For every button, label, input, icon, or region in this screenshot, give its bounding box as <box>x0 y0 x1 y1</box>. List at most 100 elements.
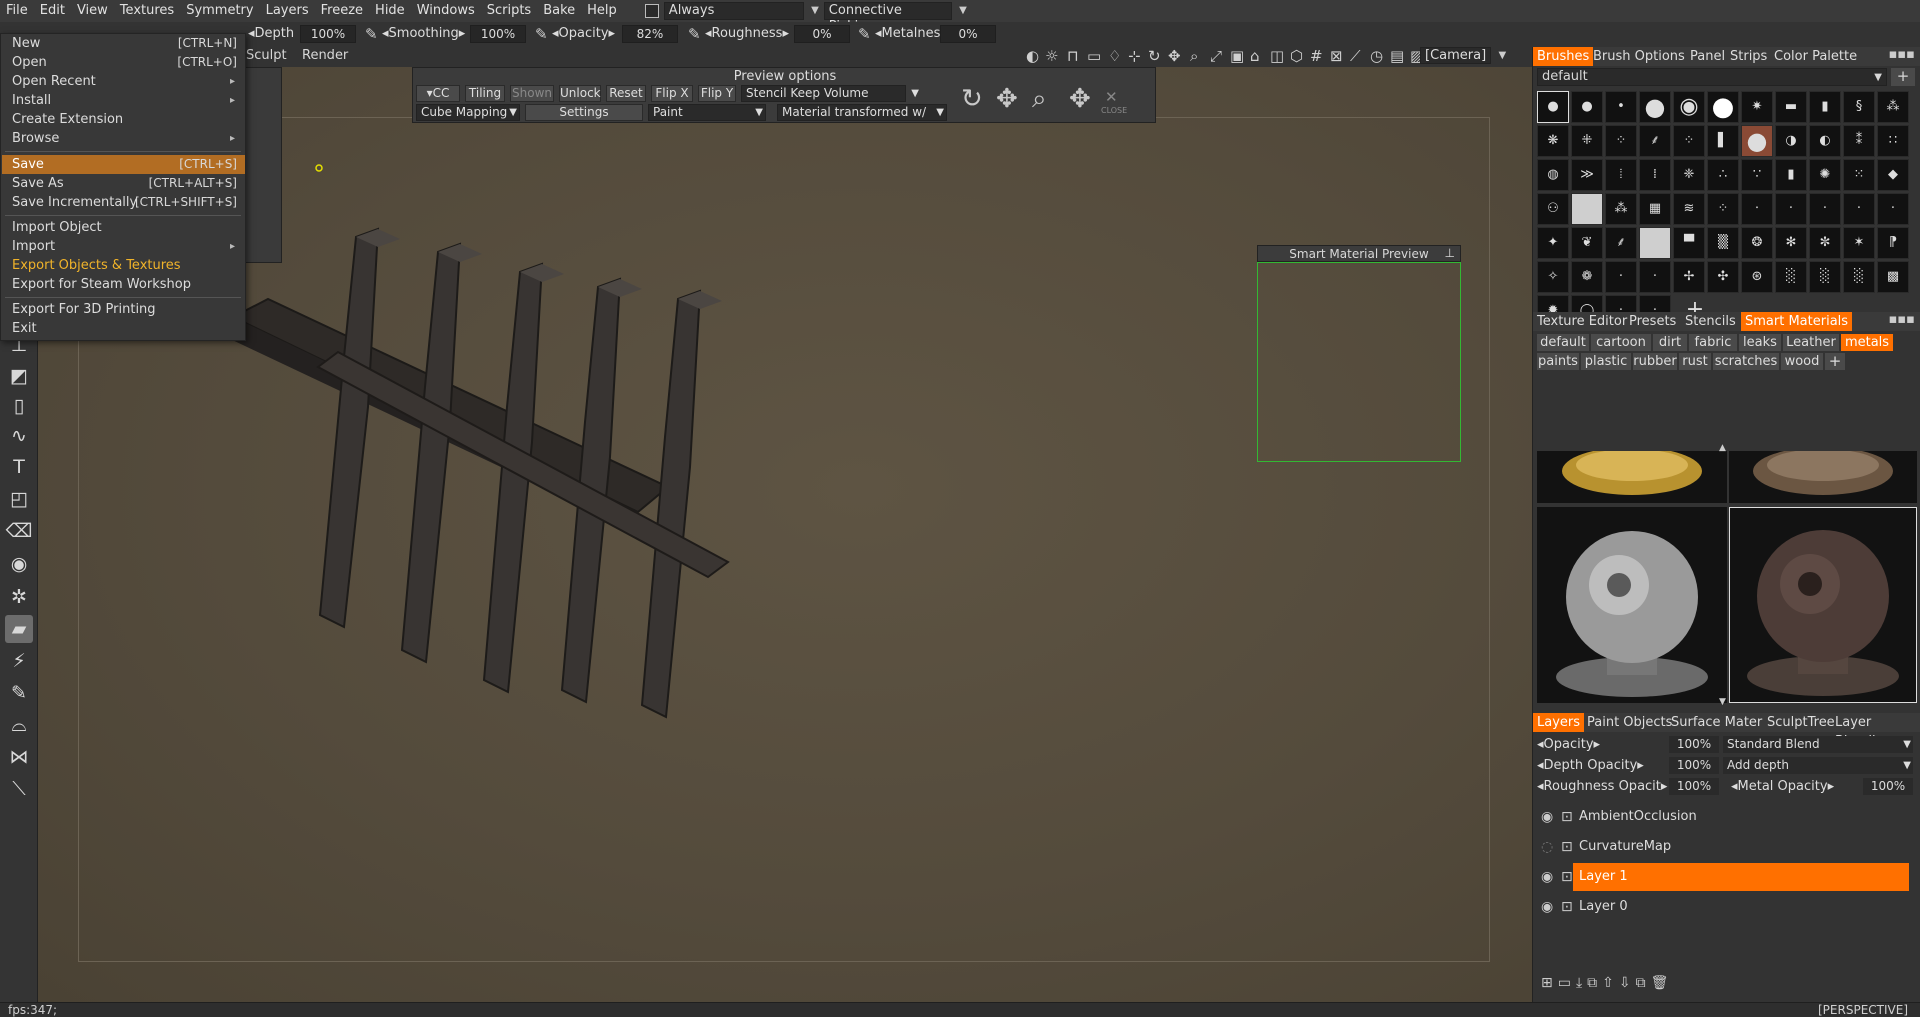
scroll-up-icon[interactable]: ▲ <box>1719 443 1726 453</box>
menu-edit[interactable]: Edit <box>34 0 71 22</box>
brush-thumb[interactable]: ▒ <box>1707 227 1739 259</box>
roughness-opacity-label[interactable]: ◂Roughness Opacit▸ <box>1537 779 1667 794</box>
roughness-opacity-value[interactable]: 100% <box>1669 778 1719 795</box>
brush-thumb[interactable]: ✻ <box>1775 227 1807 259</box>
brush-thumb[interactable]: ✦ <box>1537 227 1569 259</box>
always-dropdown[interactable]: Always ▼ <box>663 2 819 20</box>
reset-button[interactable]: Reset <box>606 85 646 102</box>
menu-symmetry[interactable]: Symmetry <box>180 0 259 22</box>
paint-dropdown[interactable]: Paint ▼ <box>648 104 766 121</box>
zoom-icon[interactable]: ⌕ <box>1190 47 1198 65</box>
move-vertical-icon[interactable]: ✥ <box>1069 84 1091 114</box>
brush-thumb[interactable]: ● <box>1537 91 1569 123</box>
brush-thumb[interactable]: ⁜ <box>1571 125 1603 157</box>
brush-thumb[interactable]: ⁋ <box>1877 227 1909 259</box>
brush-thumb[interactable]: ● <box>1741 125 1773 157</box>
always-checkbox[interactable] <box>644 4 659 18</box>
delete-icon[interactable]: 🗑 <box>1651 975 1674 991</box>
panel-menu-icon[interactable]: ▪▪▪ <box>1889 312 1915 327</box>
orbit-icon[interactable]: ↻ <box>1148 47 1161 65</box>
brush-thumb[interactable]: ⸙ <box>1639 125 1671 157</box>
brush-thumb[interactable]: ◍ <box>1537 159 1569 191</box>
pan-icon[interactable]: ✥ <box>1168 47 1181 65</box>
material-thumb[interactable] <box>1537 507 1727 703</box>
material-thumb[interactable] <box>1537 451 1727 503</box>
layer-row[interactable]: Layer 0 <box>1573 893 1909 921</box>
menu-item-save-as[interactable]: Save As [CTRL+ALT+S] <box>2 174 245 193</box>
always-toggle[interactable]: Always ▼ <box>644 2 819 20</box>
brush-thumb[interactable]: ▌ <box>1707 125 1739 157</box>
stencil-mode-dropdown[interactable]: Stencil Keep Volume ▼ <box>741 85 919 102</box>
merge-down-icon[interactable]: ⤓ <box>1576 975 1587 991</box>
brush-thumb[interactable]: ❁ <box>1571 261 1603 293</box>
tag-wood[interactable]: wood <box>1781 353 1823 370</box>
drop-icon[interactable]: ♢ <box>1108 47 1121 65</box>
tab-layer-blending[interactable]: Layer Blendin <box>1831 713 1920 749</box>
brush-thumb[interactable]: ⁘ <box>1673 125 1705 157</box>
move-down-icon[interactable]: ⇩ <box>1619 975 1636 991</box>
brush-thumb[interactable]: ❈ <box>1673 159 1705 191</box>
menu-file[interactable]: File <box>0 0 34 22</box>
metal-opacity-label[interactable]: ◂Metal Opacity▸ <box>1731 777 1834 796</box>
menu-layers[interactable]: Layers <box>260 0 315 22</box>
tag-metals[interactable]: metals <box>1841 334 1893 351</box>
menu-item-open[interactable]: Open [CTRL+O] <box>2 53 245 72</box>
brush-thumb[interactable]: ◆ <box>1877 159 1909 191</box>
box-icon[interactable]: ◫ <box>1270 47 1284 65</box>
axis-icon[interactable]: ⊹ <box>1128 47 1141 65</box>
material-thumb-selected[interactable] <box>1729 507 1917 703</box>
brush-thumb[interactable]: ∵ <box>1741 159 1773 191</box>
brush-thumb[interactable]: ▬ <box>1775 91 1807 123</box>
ruler-icon[interactable]: ⟋ <box>1350 47 1361 65</box>
brush-thumb[interactable]: · <box>1775 193 1807 225</box>
tag-rust[interactable]: rust <box>1679 353 1711 370</box>
depth-label[interactable]: ◂Depth <box>248 25 294 43</box>
lock-icon[interactable]: ⊡ <box>1561 809 1573 825</box>
magic-wand-icon[interactable]: ⚡ <box>5 647 33 675</box>
snap-icon[interactable]: ⊠ <box>1330 47 1343 65</box>
settings-button[interactable]: Settings <box>525 104 643 121</box>
brush-thumb[interactable]: ◑ <box>1775 125 1807 157</box>
eye-icon[interactable]: ◉ <box>1541 869 1553 885</box>
tag-cartoon[interactable]: cartoon <box>1591 334 1651 351</box>
page-tool-icon[interactable]: ▯ <box>5 392 33 420</box>
roughness-label[interactable]: ◂Roughness▸ <box>705 25 789 43</box>
menu-item-import[interactable]: Import ▸ <box>2 237 245 256</box>
flip-y-button[interactable]: Flip Y <box>698 85 736 102</box>
layout-icon[interactable]: ▤ <box>1390 47 1404 65</box>
add-preset-button[interactable]: + <box>1891 68 1915 86</box>
brush-thumb[interactable]: ⁂ <box>1877 91 1909 123</box>
tag-leather[interactable]: Leather <box>1783 334 1839 351</box>
brush-thumb[interactable]: • <box>1605 91 1637 123</box>
brush-thumb[interactable]: ▦ <box>1639 193 1671 225</box>
picking-dropdown[interactable]: Connective Picking▼ <box>823 2 967 34</box>
menu-item-save-incrementally[interactable]: Save Incrementally [CTRL+SHIFT+S] <box>2 193 245 212</box>
brush-thumb[interactable]: ≋ <box>1673 193 1705 225</box>
tab-color-palette[interactable]: Color Palette <box>1770 47 1861 66</box>
brush-thumb[interactable]: ⁂ <box>1605 193 1637 225</box>
tab-presets[interactable]: Presets <box>1625 312 1680 331</box>
sun-icon[interactable]: ☼ <box>1045 47 1058 65</box>
tab-strips[interactable]: Strips <box>1726 47 1771 66</box>
scroll-down-icon[interactable]: ▼ <box>1719 697 1726 707</box>
menu-item-create-extension[interactable]: Create Extension <box>2 110 245 129</box>
frame-icon[interactable]: ⊓ <box>1067 47 1079 65</box>
layer-row-selected[interactable]: Layer 1 <box>1573 863 1909 891</box>
metalness-value[interactable]: 0% <box>940 25 996 43</box>
brush-thumb[interactable]: · <box>1605 261 1637 293</box>
close-icon[interactable]: ✕ <box>1105 88 1118 106</box>
brush-thumb[interactable]: · <box>1843 193 1875 225</box>
tab-brushes[interactable]: Brushes <box>1533 47 1594 66</box>
brush-thumb[interactable]: · <box>1809 193 1841 225</box>
pen-tool-icon[interactable]: ✎ <box>5 679 33 707</box>
brush-thumb[interactable]: ✣ <box>1707 261 1739 293</box>
brush-thumb[interactable]: ⁞ <box>1639 159 1671 191</box>
menu-item-install[interactable]: Install ▸ <box>2 91 245 110</box>
brush-thumb[interactable]: ░ <box>1775 261 1807 293</box>
brush-thumb[interactable]: ⁑ <box>1843 125 1875 157</box>
fit-icon[interactable]: ⤢ <box>1210 47 1222 65</box>
tag-paints[interactable]: paints <box>1537 353 1579 370</box>
clock-icon[interactable]: ◷ <box>1370 47 1383 65</box>
brush-thumb[interactable]: ░ <box>1843 261 1875 293</box>
brush-thumb[interactable]: ▮ <box>1809 91 1841 123</box>
